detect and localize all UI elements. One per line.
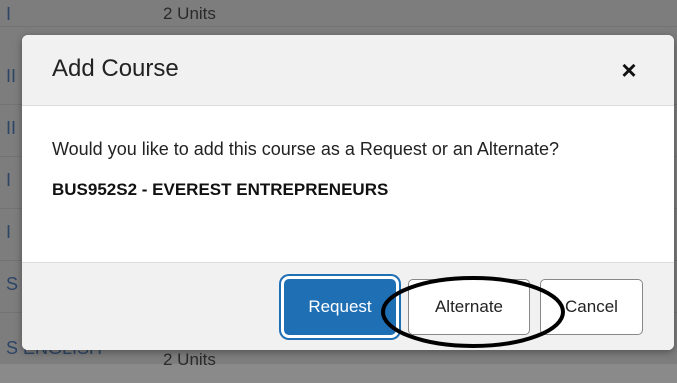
alternate-button[interactable]: Alternate [408, 279, 530, 335]
dialog-footer: Request Alternate Cancel [22, 262, 674, 350]
dialog-header: Add Course × [22, 35, 674, 106]
dialog-title: Add Course [52, 55, 179, 82]
course-name: BUS952S2 - EVEREST ENTREPRENEURS [52, 180, 389, 199]
cancel-button[interactable]: Cancel [540, 279, 643, 335]
dialog-question: Would you like to add this course as a R… [52, 139, 559, 159]
close-icon: × [621, 55, 637, 85]
dialog-body: Would you like to add this course as a R… [52, 139, 652, 200]
request-button[interactable]: Request [284, 279, 396, 335]
add-course-dialog: Add Course × Would you like to add this … [22, 35, 674, 350]
close-button[interactable]: × [614, 55, 644, 85]
